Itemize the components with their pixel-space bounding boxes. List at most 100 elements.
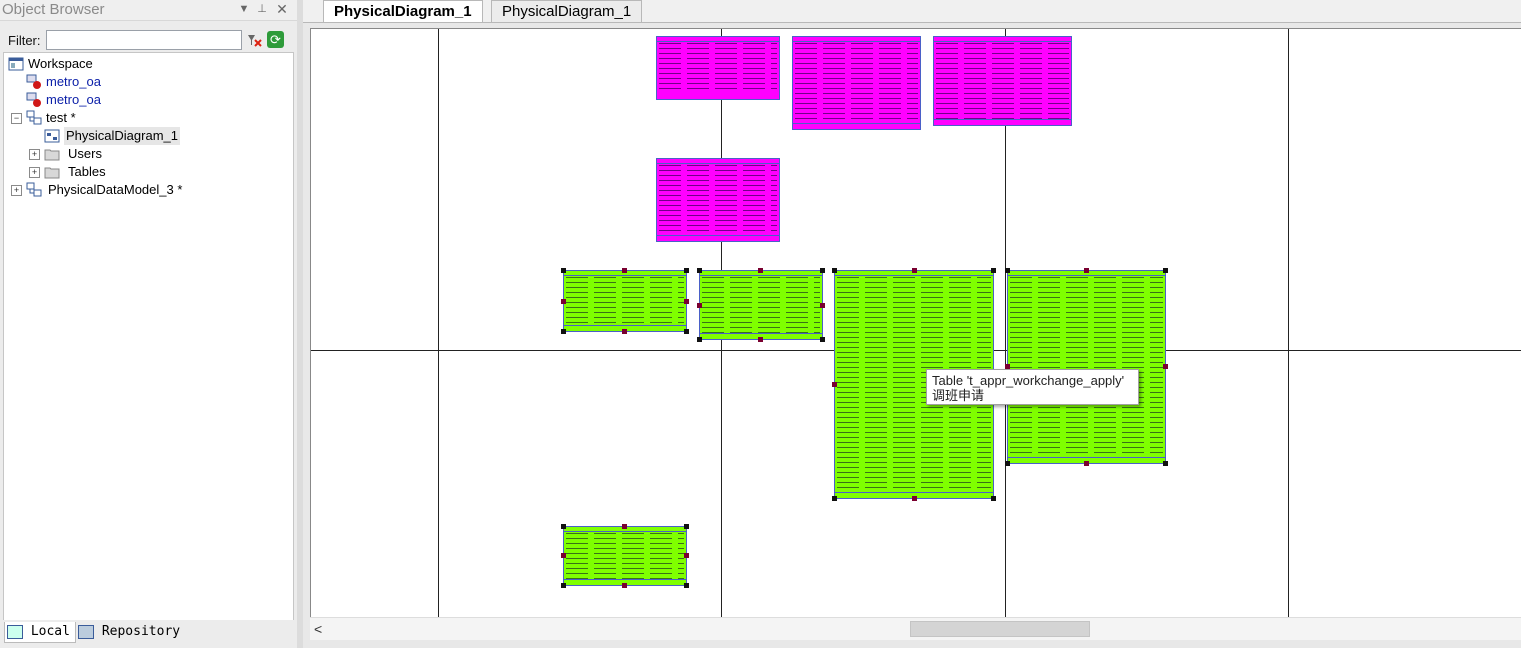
tab-label: PhysicalDiagram_1	[334, 3, 472, 20]
expand-icon[interactable]: +	[29, 167, 40, 178]
folder-icon	[44, 146, 60, 162]
selection-handle[interactable]	[561, 524, 566, 529]
tree-node-label: Users	[68, 146, 102, 161]
tree-node-label: Tables	[68, 164, 106, 179]
tab-local[interactable]: Local	[4, 622, 76, 643]
selection-handle[interactable]	[832, 268, 837, 273]
expand-icon[interactable]: +	[29, 149, 40, 160]
selection-handle[interactable]	[832, 382, 837, 387]
diagram-tabbar: PhysicalDiagram_1 PhysicalDiagram_1	[303, 0, 1521, 23]
table-entity[interactable]	[933, 36, 1072, 126]
panel-splitter[interactable]	[297, 0, 303, 648]
selection-handle[interactable]	[684, 299, 689, 304]
selection-handle[interactable]	[561, 583, 566, 588]
table-entity[interactable]	[563, 270, 687, 332]
selection-handle[interactable]	[991, 268, 996, 273]
selection-handle[interactable]	[1163, 268, 1168, 273]
selection-handle[interactable]	[684, 553, 689, 558]
selection-handle[interactable]	[684, 329, 689, 334]
object-browser-title: Object Browser	[2, 1, 105, 18]
close-icon[interactable]: ✕	[275, 2, 289, 16]
tree-node-label: metro_oa	[46, 74, 101, 89]
table-entity[interactable]	[656, 158, 780, 242]
table-entity[interactable]	[699, 270, 823, 340]
scroll-left-icon[interactable]: <	[314, 621, 322, 637]
physical-model-icon	[26, 182, 42, 198]
selection-handle[interactable]	[697, 303, 702, 308]
clear-filter-icon[interactable]	[246, 32, 262, 48]
tab-physical-diagram-active[interactable]: PhysicalDiagram_1	[323, 0, 483, 22]
selection-handle[interactable]	[1084, 461, 1089, 466]
physical-model-icon	[26, 110, 42, 126]
diagram-icon	[44, 128, 60, 144]
selection-handle[interactable]	[697, 268, 702, 273]
folder-icon	[44, 164, 60, 180]
table-entity[interactable]	[792, 36, 921, 130]
page-boundary-line	[438, 29, 439, 617]
tree-node-label: metro_oa	[46, 92, 101, 107]
pin-icon[interactable]: ⊥	[255, 2, 269, 16]
tab-repository[interactable]: Repository	[78, 622, 184, 642]
table-entity[interactable]	[563, 526, 687, 586]
selection-handle[interactable]	[684, 268, 689, 273]
tree-node-label: Workspace	[28, 56, 93, 71]
database-connection-icon	[26, 74, 42, 90]
selection-handle[interactable]	[1084, 268, 1089, 273]
workspace-icon	[8, 56, 24, 72]
tab-physical-diagram[interactable]: PhysicalDiagram_1	[491, 0, 643, 22]
tooltip-comment: 调班申请	[932, 388, 985, 403]
selection-handle[interactable]	[820, 337, 825, 342]
filter-label: Filter:	[8, 33, 41, 48]
selection-handle[interactable]	[622, 583, 627, 588]
selection-handle[interactable]	[1005, 461, 1010, 466]
selection-handle[interactable]	[758, 337, 763, 342]
selection-handle[interactable]	[758, 268, 763, 273]
selection-handle[interactable]	[561, 553, 566, 558]
tab-label: PhysicalDiagram_1	[502, 3, 632, 20]
selection-handle[interactable]	[991, 496, 996, 501]
selection-handle[interactable]	[622, 329, 627, 334]
object-tree: Workspace metro_oa metro_oa − test * Phy…	[3, 52, 294, 621]
table-entity[interactable]	[1007, 270, 1166, 464]
table-tooltip: Table 't_appr_workchange_apply' 调班申请	[926, 369, 1139, 405]
selection-handle[interactable]	[820, 303, 825, 308]
diagram-canvas[interactable]	[310, 28, 1521, 617]
selection-handle[interactable]	[1005, 268, 1010, 273]
filter-row: Filter: ⟳	[0, 27, 297, 53]
table-entity[interactable]	[656, 36, 780, 100]
tree-node-label: PhysicalDataModel_3 *	[48, 182, 183, 197]
expand-icon[interactable]: +	[11, 185, 22, 196]
selection-handle[interactable]	[912, 496, 917, 501]
page-boundary-line	[1288, 29, 1289, 617]
selection-handle[interactable]	[912, 268, 917, 273]
tab-local-label: Local	[30, 624, 70, 639]
repository-icon	[78, 624, 94, 639]
selection-handle[interactable]	[820, 268, 825, 273]
local-icon	[7, 624, 23, 639]
object-browser-titlebar: Object Browser ▼ ⊥ ✕	[0, 0, 297, 21]
selection-handle[interactable]	[622, 524, 627, 529]
object-browser-panel: Object Browser ▼ ⊥ ✕ Filter: ⟳ Workspace…	[0, 0, 297, 648]
tab-repository-label: Repository	[101, 624, 181, 639]
horizontal-scrollbar[interactable]: <	[310, 617, 1521, 640]
database-connection-icon	[26, 92, 42, 108]
selection-handle[interactable]	[697, 337, 702, 342]
selection-handle[interactable]	[561, 299, 566, 304]
dropdown-icon[interactable]: ▼	[237, 2, 251, 16]
selection-handle[interactable]	[622, 268, 627, 273]
selection-handle[interactable]	[684, 583, 689, 588]
object-browser-bottom-tabs: Local Repository	[0, 620, 297, 648]
tree-node-label: test *	[46, 110, 76, 125]
selection-handle[interactable]	[1163, 461, 1168, 466]
collapse-icon[interactable]: −	[11, 113, 22, 124]
tooltip-title: Table 't_appr_workchange_apply'	[932, 373, 1125, 388]
selection-handle[interactable]	[832, 496, 837, 501]
tree-node-label: PhysicalDiagram_1	[64, 127, 180, 145]
selection-handle[interactable]	[561, 268, 566, 273]
filter-input[interactable]	[46, 30, 242, 50]
selection-handle[interactable]	[561, 329, 566, 334]
selection-handle[interactable]	[684, 524, 689, 529]
selection-handle[interactable]	[1163, 364, 1168, 369]
scrollbar-thumb[interactable]	[910, 621, 1090, 637]
refresh-icon[interactable]: ⟳	[267, 31, 284, 48]
